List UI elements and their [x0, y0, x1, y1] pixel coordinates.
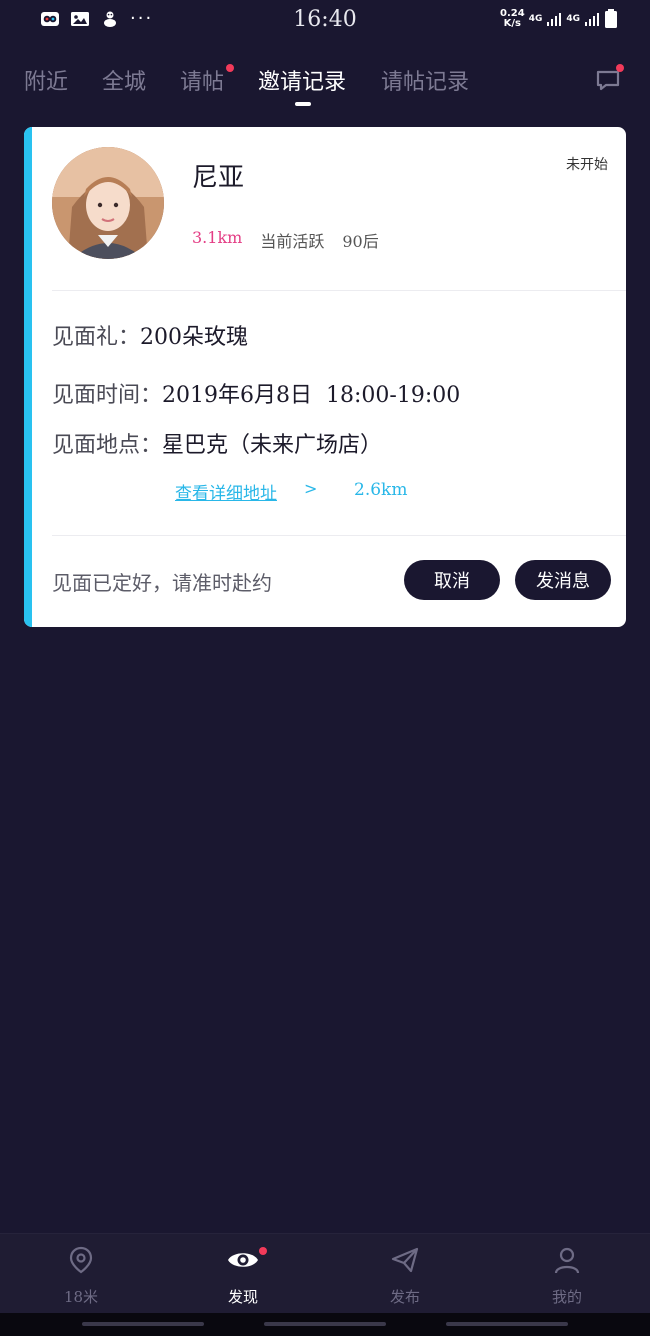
status-badge: 未开始 — [566, 157, 608, 173]
activity-status: 当前活跃 — [260, 232, 325, 251]
tab-nearby[interactable]: 附近 — [24, 64, 68, 96]
divider — [52, 535, 626, 536]
meeting-place-label: 见面地点： — [52, 433, 163, 458]
nav-label: 发布 — [389, 1288, 420, 1306]
notification-dot — [616, 64, 624, 72]
meeting-place-value: 星巴克（未来广场店） — [162, 433, 383, 458]
gesture-home[interactable] — [264, 1322, 386, 1326]
status-bar: ··· 16:40 0.24 K/s 4G 4G — [0, 0, 650, 40]
divider — [52, 290, 626, 291]
gesture-back[interactable] — [82, 1322, 204, 1326]
tab-invitations[interactable]: 请帖 — [180, 64, 235, 96]
chevron-right-icon: > — [304, 479, 318, 498]
meeting-time-row: 见面时间：2019年6月8日 18:00-19:00 — [52, 377, 460, 409]
net-speed: 0.24 K/s — [500, 9, 525, 29]
status-note: 见面已定好，请准时赴约 — [52, 571, 272, 595]
tab-label: 请帖 — [180, 70, 225, 95]
gift-label: 见面礼： — [52, 325, 141, 350]
user-distance: 3.1km — [192, 228, 243, 247]
tab-invite-records[interactable]: 邀请记录 — [258, 64, 346, 96]
nav-item-me[interactable]: 我的 — [486, 1234, 648, 1314]
network-type-1: 4G — [528, 14, 543, 24]
tab-citywide[interactable]: 全城 — [102, 64, 146, 96]
send-message-button[interactable]: 发消息 — [515, 560, 611, 600]
top-tab-bar: 附近 全城 请帖 邀请记录 请帖记录 — [0, 60, 650, 116]
nav-item-nearby[interactable]: 18米 — [0, 1234, 162, 1314]
nav-label: 18米 — [63, 1288, 99, 1306]
nav-label: 发现 — [227, 1288, 258, 1306]
gesture-bar — [0, 1313, 650, 1336]
meeting-time-value: 2019年6月8日 18:00-19:00 — [162, 383, 461, 408]
messages-button[interactable] — [594, 64, 624, 94]
nav-label: 我的 — [551, 1288, 582, 1306]
gift-value: 200朵玫瑰 — [140, 325, 249, 350]
cancel-button[interactable]: 取消 — [404, 560, 500, 600]
nav-item-discover[interactable]: 发现 — [162, 1234, 324, 1314]
person-icon — [554, 1247, 580, 1274]
gift-row: 见面礼：200朵玫瑰 — [52, 319, 248, 351]
invitation-card[interactable]: 尼亚 未开始 3.1km 当前活跃 90后 见面礼：200朵玫瑰 见面时间：20… — [24, 127, 626, 627]
signal-icon — [585, 13, 599, 26]
place-distance: 2.6km — [354, 480, 408, 500]
avatar[interactable] — [52, 147, 164, 259]
notification-dot — [226, 64, 235, 72]
tab-invitation-records[interactable]: 请帖记录 — [381, 64, 469, 96]
view-address-link[interactable]: 查看详细地址 — [175, 479, 277, 504]
location-pin-icon — [69, 1246, 93, 1274]
card-accent-bar — [24, 127, 32, 627]
tab-label: 全城 — [102, 70, 147, 95]
age-group: 90后 — [342, 232, 379, 251]
bottom-nav: 18米 发现 发布 我的 — [0, 1233, 650, 1313]
notification-dot — [259, 1247, 267, 1255]
signal-icon — [547, 13, 562, 26]
paper-plane-icon — [391, 1247, 419, 1273]
tab-label: 附近 — [24, 70, 69, 95]
battery-icon — [605, 9, 617, 28]
meeting-place-row: 见面地点：星巴克（未来广场店） — [52, 427, 382, 459]
tab-label: 邀请记录 — [258, 70, 347, 95]
meeting-time-label: 见面时间： — [52, 383, 163, 408]
user-meta: 3.1km 当前活跃 90后 — [192, 228, 379, 252]
eye-icon — [228, 1253, 258, 1267]
tab-label: 请帖记录 — [381, 70, 470, 95]
gesture-recents[interactable] — [446, 1322, 568, 1326]
nav-item-publish[interactable]: 发布 — [324, 1234, 486, 1314]
active-tab-indicator — [295, 102, 311, 106]
user-name: 尼亚 — [192, 163, 245, 193]
network-type-2: 4G — [566, 14, 580, 24]
net-speed-unit: K/s — [503, 18, 522, 29]
status-icons-right: 0.24 K/s 4G 4G — [500, 9, 618, 29]
